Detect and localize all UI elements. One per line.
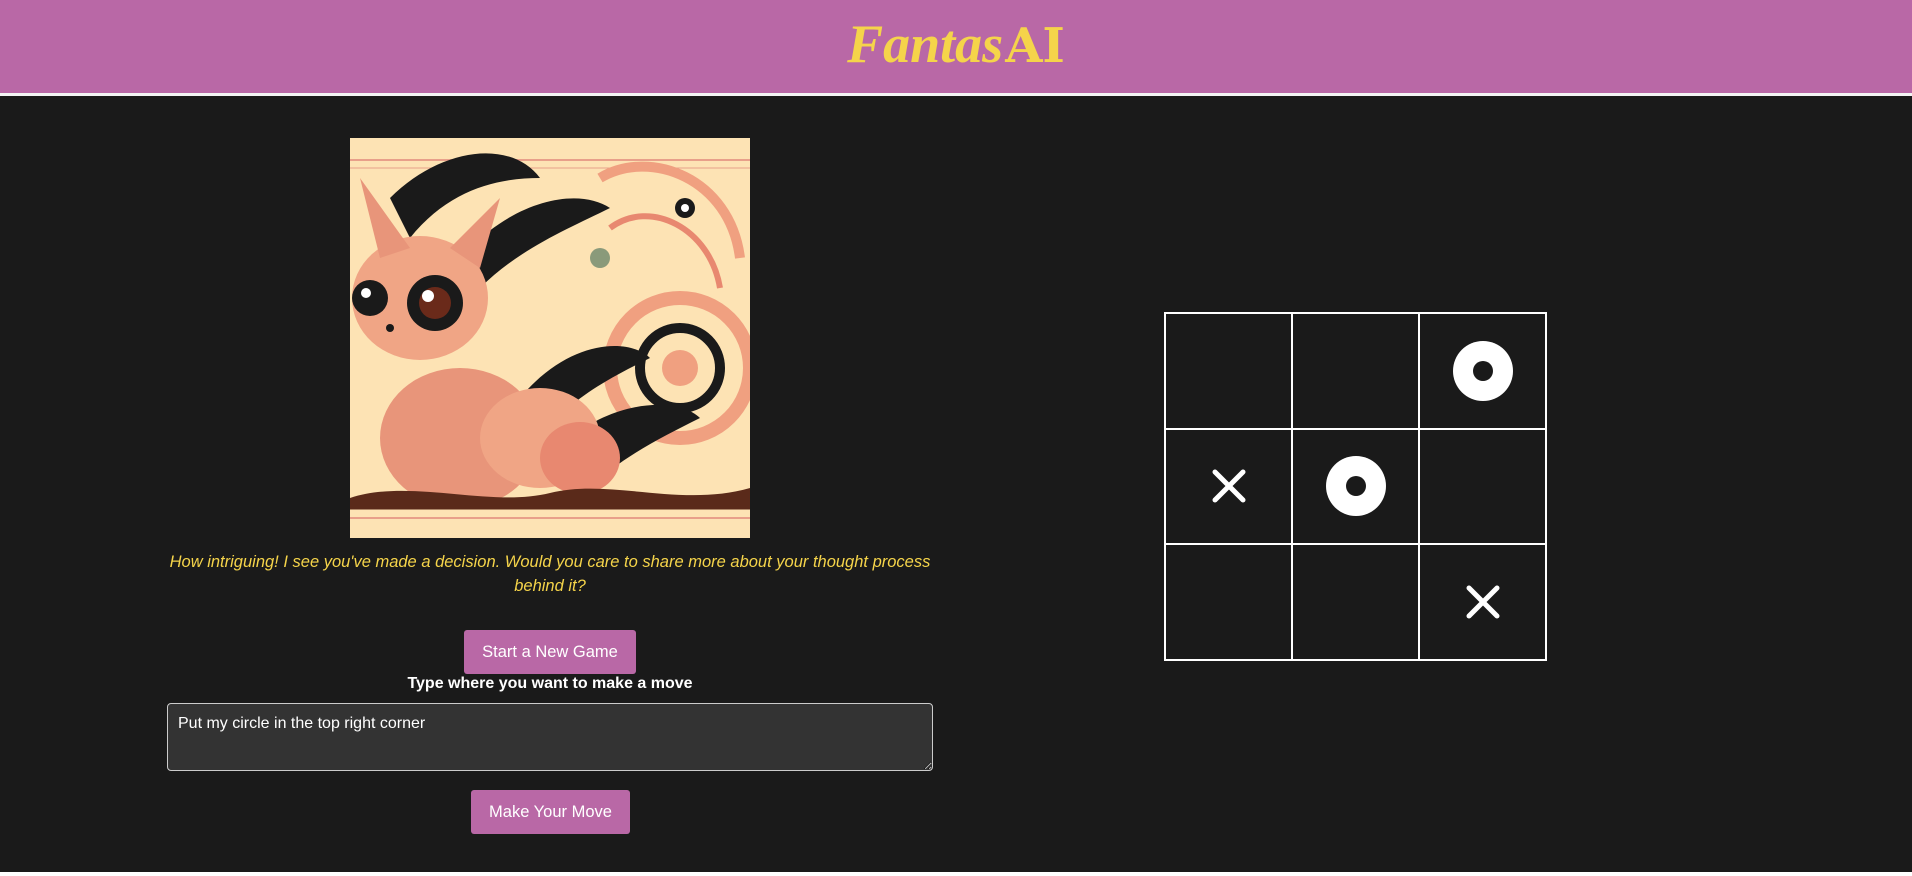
board-cell[interactable]	[1292, 544, 1419, 660]
ai-message: How intriguing! I see you've made a deci…	[169, 553, 931, 595]
make-move-button[interactable]: Make Your Move	[471, 790, 630, 834]
cross-mark-icon	[1465, 584, 1501, 620]
logo-script-text: Fantas	[847, 13, 1004, 74]
board-cell[interactable]	[1165, 544, 1292, 660]
app-logo: Fantas AI	[847, 13, 1065, 75]
board-cell[interactable]	[1165, 428, 1292, 545]
board-cell[interactable]	[1419, 544, 1546, 660]
board-cell[interactable]	[1419, 428, 1546, 545]
game-area: How intriguing! I see you've made a deci…	[0, 96, 1912, 872]
logo-ai-text: AI	[1005, 17, 1065, 74]
app-header: Fantas AI	[0, 0, 1912, 96]
board-cell[interactable]	[1292, 313, 1419, 429]
board-cell[interactable]	[1419, 313, 1546, 429]
cross-mark-icon	[1211, 468, 1247, 504]
tic-tac-toe-board	[1164, 312, 1547, 661]
circle-mark-icon	[1325, 456, 1386, 517]
creature-image	[350, 138, 750, 538]
move-prompt-label: Type where you want to make a move	[407, 675, 693, 692]
board-cell[interactable]	[1292, 428, 1419, 545]
fantasy-creature-illustration-icon	[350, 138, 750, 538]
circle-mark-icon	[1452, 340, 1513, 401]
start-new-game-button[interactable]: Start a New Game	[464, 630, 636, 674]
move-input[interactable]	[167, 703, 933, 771]
board-cell[interactable]	[1165, 313, 1292, 429]
